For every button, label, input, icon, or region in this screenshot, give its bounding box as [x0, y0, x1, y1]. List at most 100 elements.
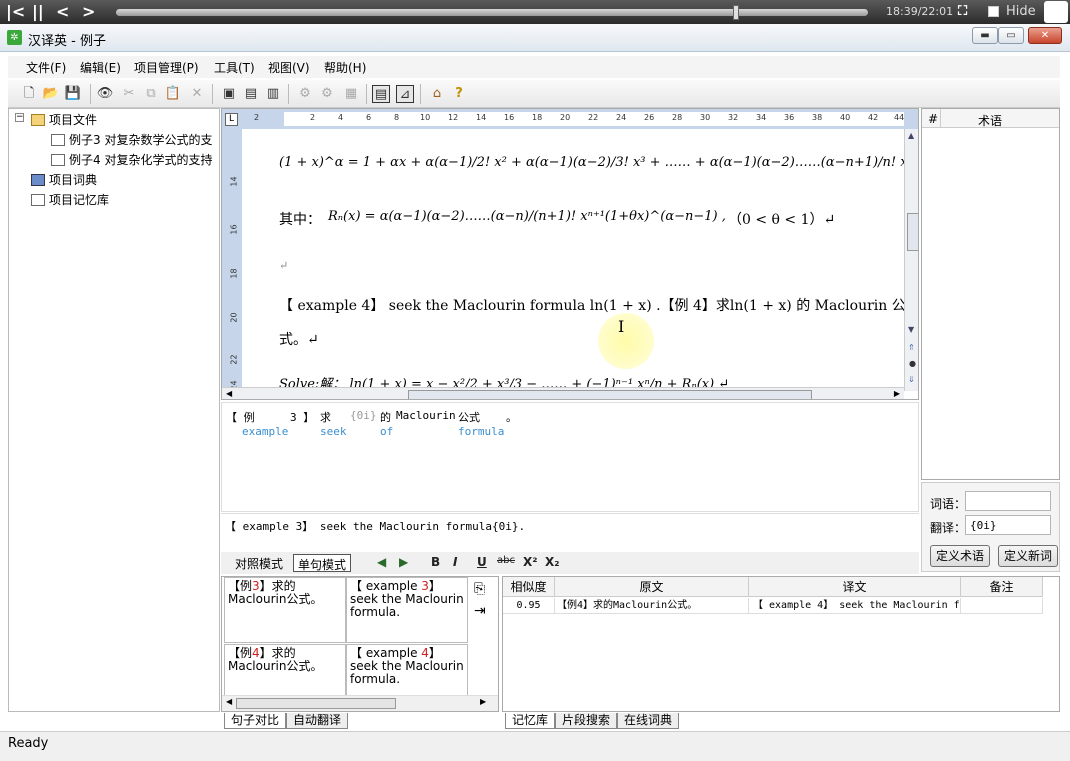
new-file-icon[interactable]: 🗋: [20, 85, 38, 103]
paste-icon[interactable]: 📋: [164, 85, 182, 103]
close-button[interactable]: ✕: [1028, 27, 1062, 44]
scroll-left-icon[interactable]: ◀: [226, 697, 232, 706]
editor-scroll-thumb[interactable]: [907, 213, 918, 251]
term-list[interactable]: # 术语: [921, 108, 1060, 480]
memory-note[interactable]: [961, 598, 1043, 614]
token[interactable]: 求: [320, 409, 331, 425]
save-icon[interactable]: 💾: [64, 85, 82, 103]
word-input[interactable]: [965, 491, 1051, 511]
delete-icon[interactable]: ✕: [188, 85, 206, 103]
menu-file[interactable]: 文件(F): [26, 59, 66, 76]
next-icon[interactable]: >: [82, 2, 95, 21]
formula-taylor-expansion[interactable]: (1 + x)^α = 1 + αx + α(α−1)/2! x² + α(α−…: [279, 155, 904, 170]
col-note[interactable]: 备注: [961, 577, 1043, 597]
alignment-scrollbar[interactable]: ◀ ▶: [222, 695, 498, 711]
hint-token[interactable]: formula: [458, 425, 504, 438]
cut-icon[interactable]: ✂: [120, 85, 138, 103]
view-ruler-icon[interactable]: ⊿: [396, 85, 414, 103]
translate-icon[interactable]: ⚙: [296, 85, 314, 103]
home-icon[interactable]: ⌂: [428, 85, 446, 103]
seek-bar[interactable]: [116, 5, 868, 20]
tree-file-example4[interactable]: 例子4 对复杂化学式的支持: [51, 151, 212, 168]
scroll-left-icon[interactable]: ◀: [226, 389, 232, 398]
tree-root-project-files[interactable]: 项目文件: [31, 111, 97, 128]
find-icon[interactable]: 👁: [96, 85, 114, 103]
target-text[interactable]: 【 example 3】 seek the Maclourin formula{…: [225, 518, 525, 534]
scroll-right-icon[interactable]: ▶: [480, 697, 486, 706]
export-alignment-icon[interactable]: ⇥: [474, 603, 486, 619]
tab-sentence-compare[interactable]: 句子对比: [224, 713, 287, 729]
alignment-scroll-thumb[interactable]: [236, 698, 396, 709]
document-editor[interactable]: L 2 2 4 6 8 10 12 14 16 18 20 22 24 26 2…: [221, 108, 919, 400]
token-placeholder[interactable]: {0i}: [350, 409, 377, 422]
tab-memory[interactable]: 记忆库: [505, 713, 556, 729]
token[interactable]: 【 例: [226, 409, 255, 425]
sentence-alignment-panel[interactable]: 【例3】求的Maclourin公式。 【 example 3】 seek the…: [221, 576, 499, 712]
scroll-down-icon[interactable]: ▼: [908, 325, 914, 334]
tree-memory[interactable]: 项目记忆库: [31, 191, 109, 208]
translate-all-icon[interactable]: ⚙: [318, 85, 336, 103]
seek-knob[interactable]: [732, 5, 739, 20]
token[interactable]: 。: [506, 409, 517, 425]
token[interactable]: 3 】: [290, 409, 314, 425]
memory-source[interactable]: 【例4】求的Maclourin公式。: [555, 598, 749, 614]
memory-score[interactable]: 0.95: [503, 598, 555, 614]
open-folder-icon[interactable]: 📂: [42, 85, 60, 103]
single-mode-button[interactable]: 单句模式: [293, 554, 352, 572]
editor-vertical-scrollbar[interactable]: ▲ ▼ ⇑ ● ⇓: [904, 129, 918, 391]
scroll-up-icon[interactable]: ▲: [908, 131, 914, 140]
project-new-icon[interactable]: ▣: [220, 85, 238, 103]
previous-segment-icon[interactable]: ◀: [377, 555, 386, 569]
menu-help[interactable]: 帮助(H): [324, 59, 366, 76]
next-page-icon[interactable]: ⇓: [908, 375, 915, 384]
alignment-source-cell[interactable]: 【例3】求的Maclourin公式。: [224, 577, 346, 643]
formula-remainder[interactable]: Rₙ(x) = α(α−1)(α−2)……(α−n)/(n+1)! xⁿ⁺¹(1…: [328, 209, 726, 224]
tab-online-dictionary[interactable]: 在线词典: [617, 713, 680, 729]
superscript-icon[interactable]: X²: [523, 555, 538, 569]
clipboard-icon[interactable]: ▦: [342, 85, 360, 103]
scroll-right-icon[interactable]: ▶: [894, 389, 900, 398]
alignment-target-cell[interactable]: 【 example 3】 seek the Maclourin formula.: [346, 577, 468, 643]
text-example4-sentence[interactable]: 【 example 4】 seek the Maclourin formula …: [279, 295, 904, 315]
text-example4-continued[interactable]: 式。↵: [279, 329, 319, 349]
bold-icon[interactable]: B: [431, 555, 440, 569]
project-copy-icon[interactable]: ▤: [242, 85, 260, 103]
menu-edit[interactable]: 编辑(E): [80, 59, 121, 76]
next-segment-icon[interactable]: ▶: [399, 555, 408, 569]
editor-hscroll-thumb[interactable]: [408, 390, 812, 399]
skip-back-icon[interactable]: |<: [6, 2, 25, 21]
browse-object-icon[interactable]: ●: [909, 359, 916, 368]
target-segment-panel[interactable]: 【 example 3】 seek the Maclourin formula{…: [221, 513, 919, 551]
previous-page-icon[interactable]: ⇑: [908, 343, 915, 352]
hint-token[interactable]: example: [242, 425, 288, 438]
document-body[interactable]: (1 + x)^α = 1 + αx + α(α−1)/2! x² + α(α−…: [242, 129, 904, 391]
token[interactable]: 的: [380, 409, 391, 425]
tab-fragment-search[interactable]: 片段搜索: [555, 713, 618, 729]
copy-alignment-icon[interactable]: ⎘: [474, 581, 485, 597]
copy-icon[interactable]: ⧉: [142, 85, 160, 103]
project-list-icon[interactable]: ▥: [264, 85, 282, 103]
hint-token[interactable]: seek: [320, 425, 347, 438]
view-split-icon[interactable]: ▤: [372, 85, 390, 103]
col-target[interactable]: 译文: [749, 577, 961, 597]
fullscreen-icon[interactable]: ⛶: [958, 4, 967, 19]
tree-file-example3[interactable]: 例子3 对复杂数学公式的支: [51, 131, 213, 148]
help-icon[interactable]: ?: [450, 85, 468, 103]
previous-icon[interactable]: <: [56, 2, 69, 21]
define-term-button[interactable]: 定义术语: [930, 545, 990, 567]
hint-token[interactable]: of: [380, 425, 393, 438]
menu-tools[interactable]: 工具(T): [214, 59, 255, 76]
strikethrough-icon[interactable]: abc: [497, 555, 515, 566]
col-source[interactable]: 原文: [555, 577, 749, 597]
tab-auto-translate[interactable]: 自动翻译: [286, 713, 349, 729]
menu-view[interactable]: 视图(V): [268, 59, 310, 76]
italic-icon[interactable]: I: [453, 555, 457, 569]
subscript-icon[interactable]: X₂: [545, 555, 560, 569]
translation-input[interactable]: {0i}: [965, 515, 1051, 535]
col-similarity[interactable]: 相似度: [503, 577, 555, 597]
minimize-button[interactable]: ▬: [972, 27, 998, 44]
source-segment-panel[interactable]: 【 例 3 】 求 {0i} 的 Maclourin 公式 。 example …: [221, 402, 919, 512]
token[interactable]: Maclourin: [396, 409, 456, 422]
token[interactable]: 公式: [458, 409, 480, 425]
text-theta-condition[interactable]: （0 < θ < 1）↵: [728, 209, 835, 229]
